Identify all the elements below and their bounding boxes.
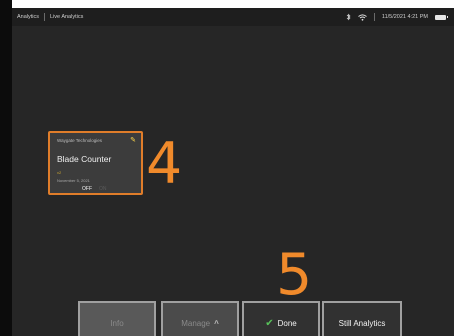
tile-name: Blade Counter [57, 154, 112, 164]
tile-state-off[interactable]: OFF [82, 186, 92, 192]
pin-icon: ✎ [130, 137, 136, 144]
manage-button[interactable]: Manage ^ [161, 301, 239, 336]
device-bezel [0, 0, 12, 336]
done-button[interactable]: ✔ Done [242, 301, 320, 336]
tile-state-on[interactable]: ON [99, 186, 107, 192]
chevron-up-icon: ^ [214, 319, 219, 328]
wifi-icon [358, 13, 367, 21]
status-divider [373, 13, 375, 21]
breadcrumb-live-analytics[interactable]: Live Analytics [45, 14, 88, 20]
status-bar: Analytics Live Analytics 11/5/2021 4:21 … [12, 8, 454, 26]
checkmark-icon: ✔ [265, 318, 274, 329]
still-analytics-button[interactable]: Still Analytics [322, 301, 402, 336]
info-button[interactable]: Info [78, 301, 156, 336]
callout-number-5: 5 [276, 242, 313, 308]
breadcrumb-analytics[interactable]: Analytics [12, 14, 44, 20]
status-icons: 11/5/2021 4:21 PM [346, 13, 454, 21]
info-button-label: Info [110, 319, 124, 328]
manage-button-label: Manage [181, 319, 211, 328]
device-screen: Analytics Live Analytics 11/5/2021 4:21 … [12, 8, 454, 336]
tile-version: v2 [57, 170, 62, 175]
datetime: 11/5/2021 4:21 PM [381, 14, 428, 20]
analytic-tile-blade-counter[interactable]: Waygate Technologies ✎ Blade Counter v2 … [48, 131, 143, 195]
bluetooth-icon [346, 13, 351, 21]
still-analytics-button-label: Still Analytics [338, 319, 386, 328]
tile-vendor: Waygate Technologies [57, 138, 103, 143]
callout-number-4: 4 [146, 131, 183, 197]
battery-icon [435, 14, 448, 20]
done-button-label: Done [277, 319, 297, 328]
tile-date: November 5, 2021 [57, 178, 90, 183]
